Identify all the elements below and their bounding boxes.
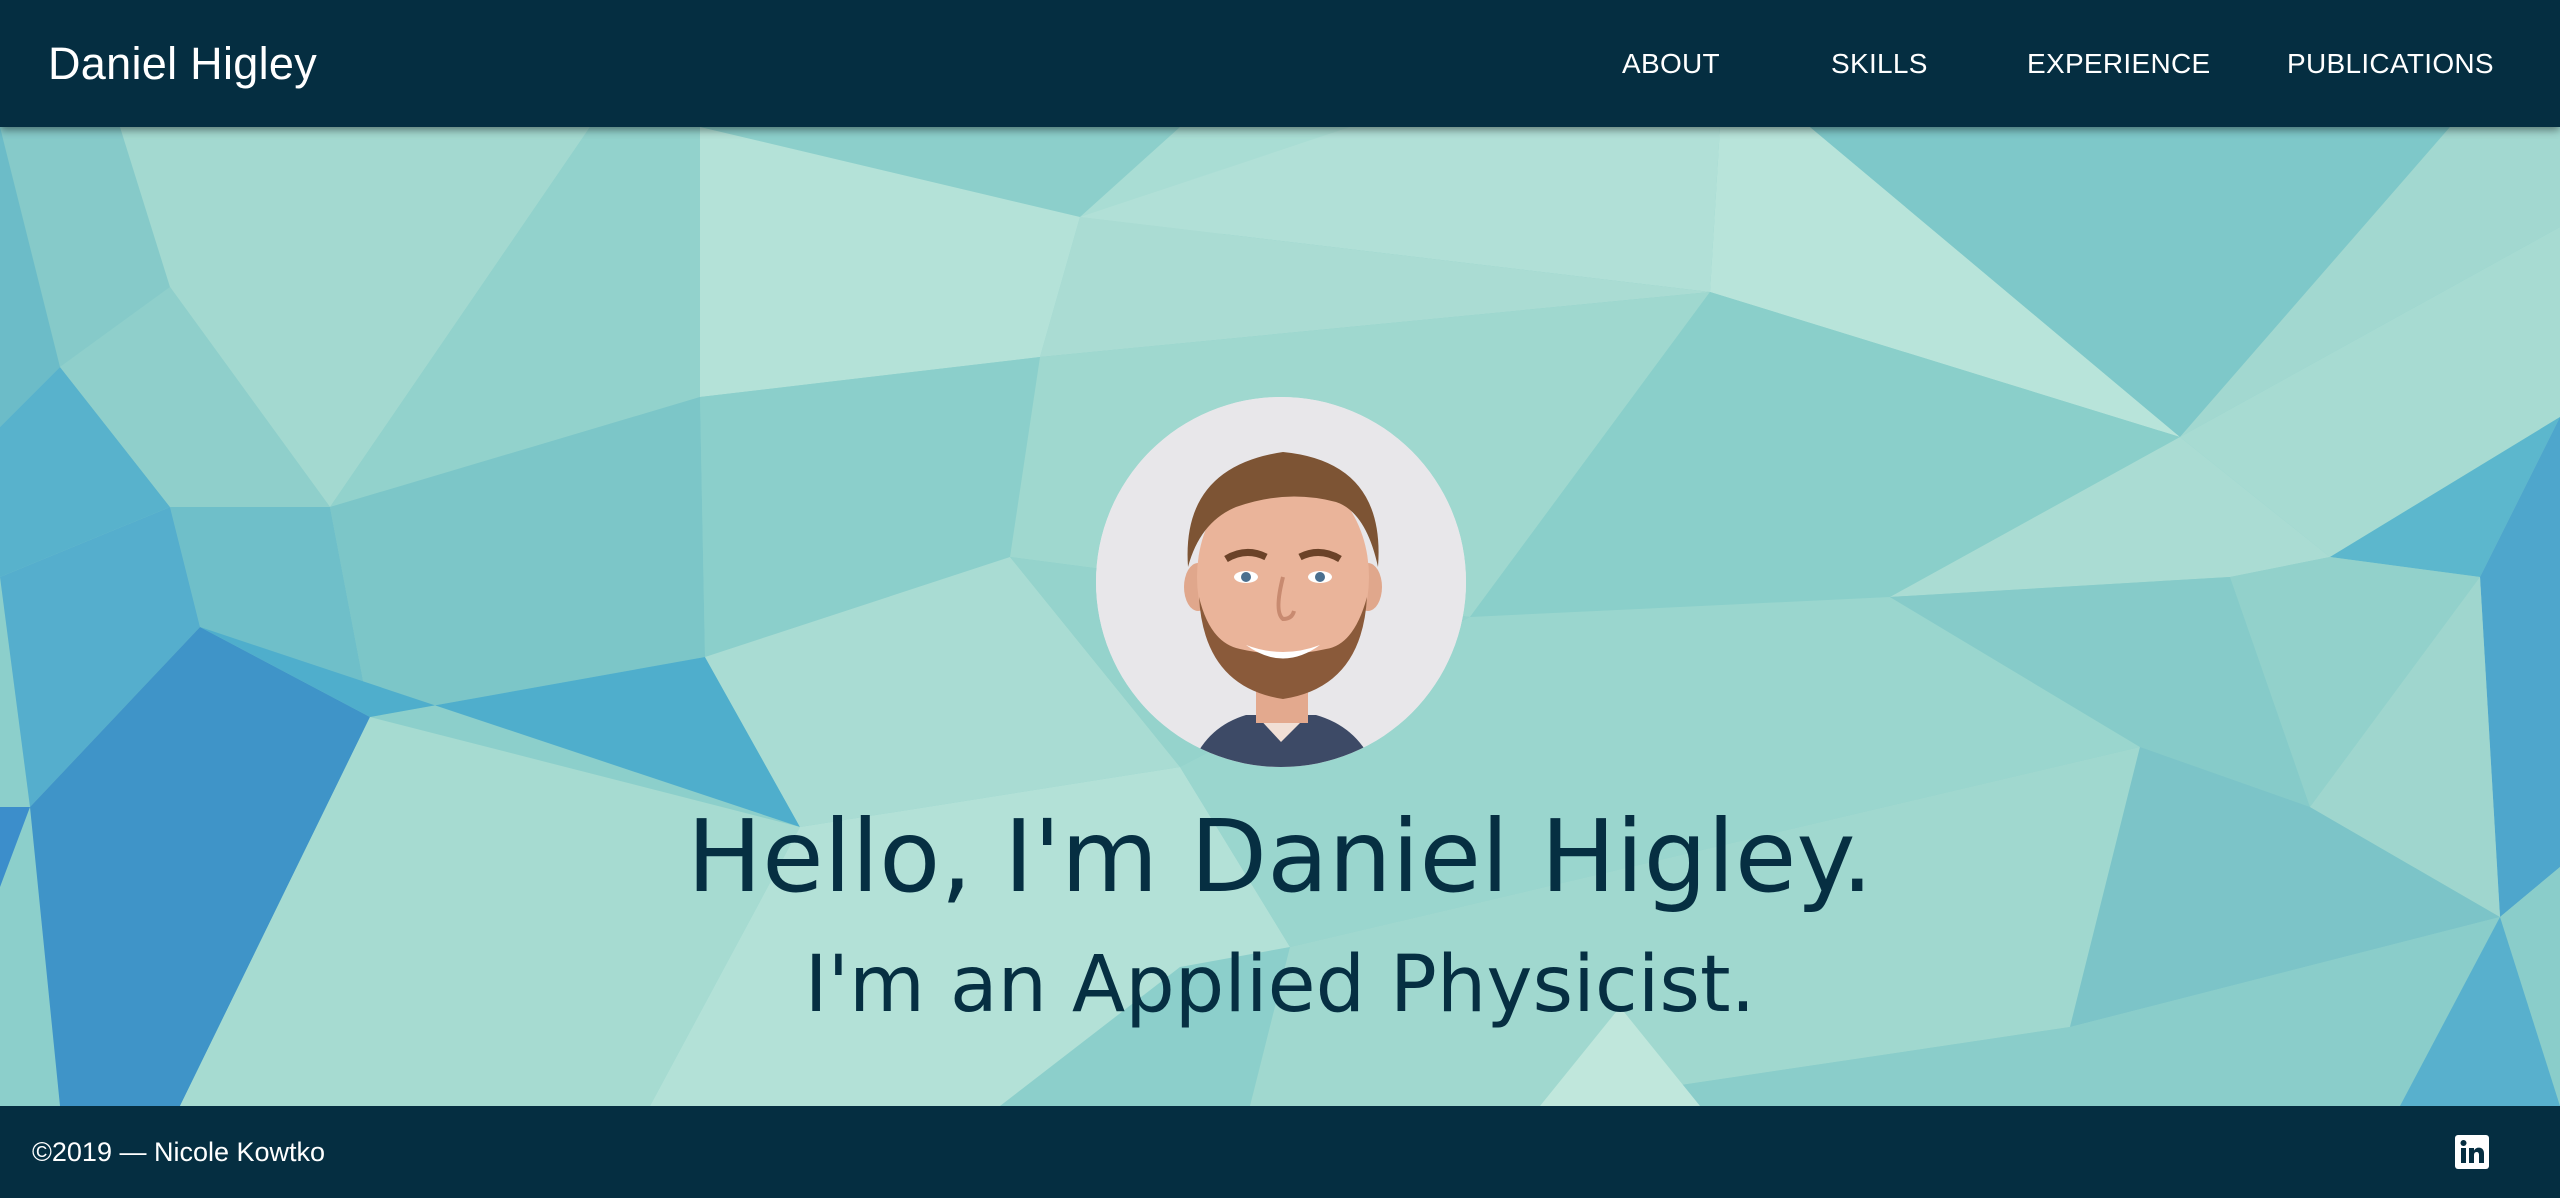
nav-skills[interactable]: SKILLS <box>1831 0 1928 127</box>
nav-about[interactable]: ABOUT <box>1622 0 1720 127</box>
hero-section: Hello, I'm Daniel Higley. I'm an Applied… <box>0 127 2560 1106</box>
hero-headline: Hello, I'm Daniel Higley. <box>686 798 1874 915</box>
footer: ©2019 — Nicole Kowtko <box>0 1106 2560 1198</box>
person-portrait-icon <box>1096 397 1466 767</box>
brand-link[interactable]: Daniel Higley <box>48 0 317 127</box>
hero-subheadline: I'm an Applied Physicist. <box>804 940 1756 1030</box>
nav-experience[interactable]: EXPERIENCE <box>2027 0 2211 127</box>
copyright-text: ©2019 — Nicole Kowtko <box>32 1137 326 1167</box>
page: Daniel Higley ABOUT SKILLS EXPERIENCE PU… <box>0 0 2560 1198</box>
navbar: Daniel Higley ABOUT SKILLS EXPERIENCE PU… <box>0 0 2560 127</box>
profile-photo <box>1096 397 1466 767</box>
linkedin-icon[interactable] <box>2455 1135 2489 1169</box>
nav-publications[interactable]: PUBLICATIONS <box>2287 0 2494 127</box>
